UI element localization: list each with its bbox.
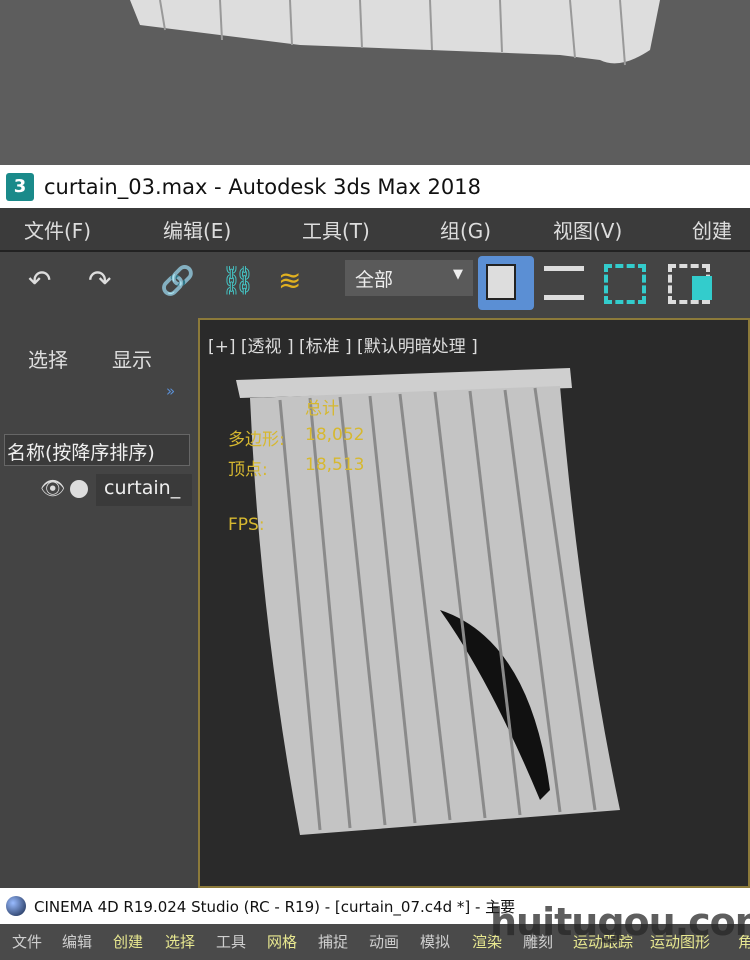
column-header-name[interactable]: 名称(按降序排序) xyxy=(4,434,190,466)
list-item[interactable]: curtain_ xyxy=(96,474,192,506)
expand-icon[interactable]: » xyxy=(166,382,175,400)
curtain-model xyxy=(236,368,620,835)
c4d-menu-item[interactable]: 创建 xyxy=(113,931,143,952)
menu-file[interactable]: 文件(F) xyxy=(24,215,91,244)
rect-region-icon[interactable] xyxy=(604,264,646,304)
undo-icon[interactable]: ↶ xyxy=(28,264,51,297)
window-title: curtain_03.max - Autodesk 3ds Max 2018 xyxy=(44,174,481,199)
stats-fps-label: FPS: xyxy=(228,515,265,535)
max-menu-bar: 文件(F) 编辑(E) 工具(T) 组(G) 视图(V) 创建 xyxy=(0,208,750,250)
tab-display[interactable]: 显示 xyxy=(112,344,152,373)
selection-filter-value: 全部 xyxy=(355,269,394,291)
3dsmax-logo-icon: 3 xyxy=(6,172,34,201)
curtain-bottom-preview xyxy=(130,0,660,66)
menu-views[interactable]: 视图(V) xyxy=(553,215,622,244)
select-object-button[interactable] xyxy=(478,256,534,310)
viewport-label-menu[interactable]: [+] [透视 ] [标准 ] [默认明暗处理 ] xyxy=(208,332,478,357)
stats-verts-value: 18,513 xyxy=(305,455,365,475)
c4d-window-title: CINEMA 4D R19.024 Studio (RC - R19) - [c… xyxy=(34,897,516,916)
unlink-icon[interactable]: ⛓ xyxy=(220,264,256,297)
stats-heading: 总计 xyxy=(305,399,339,419)
scene-explorer: 选择 显示 » 👁 curtain_ xyxy=(0,312,196,888)
stats-polys-label: 多边形: xyxy=(228,430,285,450)
c4d-menu-item[interactable]: 编辑 xyxy=(62,931,92,952)
menu-edit[interactable]: 编辑(E) xyxy=(163,215,231,244)
select-by-name-icon[interactable] xyxy=(544,266,584,300)
redo-icon[interactable]: ↷ xyxy=(88,264,111,297)
tab-select[interactable]: 选择 xyxy=(28,344,68,373)
perspective-viewport[interactable] xyxy=(198,318,750,888)
c4d-menu-item[interactable]: 捕捉 xyxy=(318,931,348,952)
bind-space-warp-icon[interactable]: ≋ xyxy=(278,264,301,297)
eye-icon[interactable]: 👁 xyxy=(40,476,65,500)
stats-verts-label: 顶点: xyxy=(228,460,268,480)
menu-create[interactable]: 创建 xyxy=(692,215,732,244)
selection-filter-dropdown[interactable]: 全部 ▼ xyxy=(345,260,473,296)
chevron-down-icon: ▼ xyxy=(453,267,463,282)
watermark: huitugou.com xyxy=(490,900,750,944)
c4d-menu-item[interactable]: 网格 xyxy=(267,931,297,952)
menu-tools[interactable]: 工具(T) xyxy=(302,215,370,244)
max-title-bar: 3 curtain_03.max - Autodesk 3ds Max 2018 xyxy=(0,165,750,208)
stats-polys-value: 18,052 xyxy=(305,425,365,445)
freeze-dot-icon[interactable] xyxy=(70,480,88,498)
c4d-menu-item[interactable]: 文件 xyxy=(12,931,42,952)
c4d-menu-item[interactable]: 动画 xyxy=(369,931,399,952)
previous-render-viewport xyxy=(0,0,750,165)
select-object-icon xyxy=(486,264,516,300)
c4d-menu-item[interactable]: 工具 xyxy=(216,931,246,952)
link-icon[interactable]: 🔗 xyxy=(160,264,195,297)
menu-group[interactable]: 组(G) xyxy=(440,215,491,244)
window-crossing-icon[interactable] xyxy=(668,264,712,304)
c4d-menu-item[interactable]: 选择 xyxy=(165,931,195,952)
cinema4d-logo-icon xyxy=(6,896,26,916)
c4d-menu-item[interactable]: 模拟 xyxy=(420,931,450,952)
